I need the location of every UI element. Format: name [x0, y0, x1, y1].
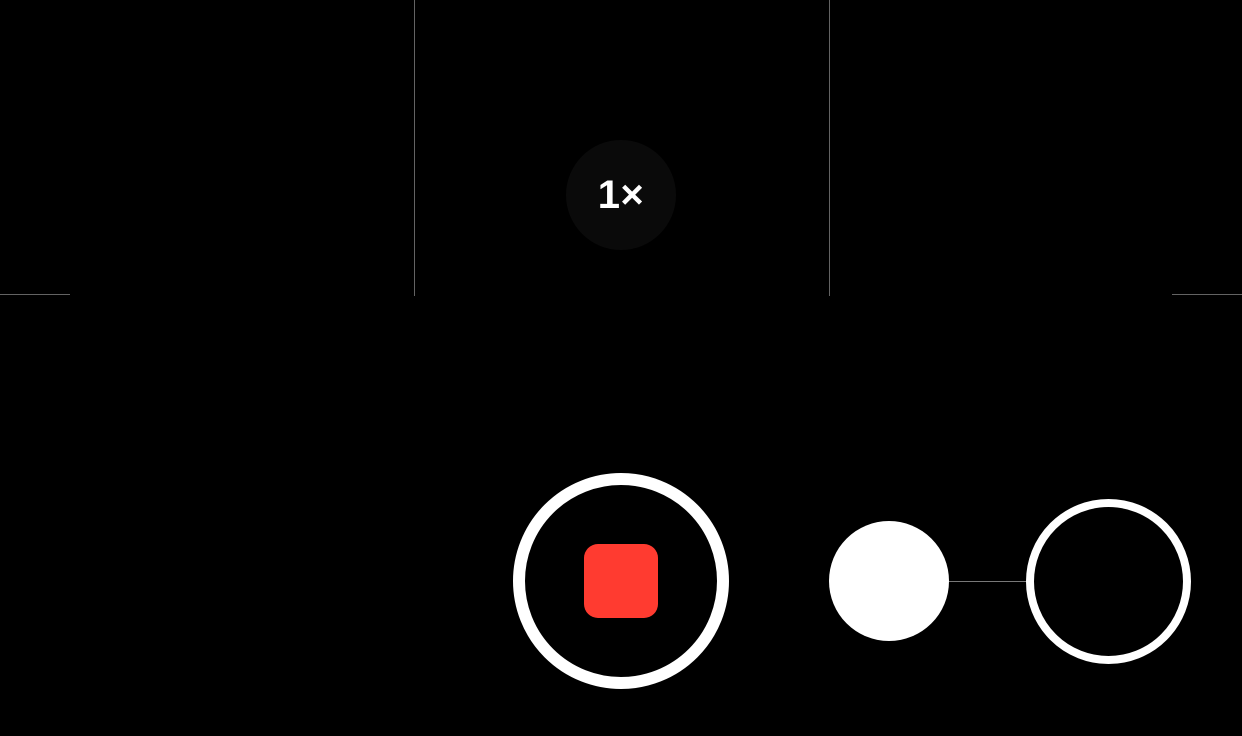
- stop-icon: [584, 544, 658, 618]
- capture-photo-button[interactable]: [829, 521, 949, 641]
- camera-screen: 1×: [0, 0, 1242, 736]
- zoom-level-button[interactable]: 1×: [566, 140, 676, 250]
- last-capture-thumbnail[interactable]: [1026, 499, 1191, 664]
- viewfinder-gridline-vertical-1: [414, 0, 415, 296]
- viewfinder-gridline-horizontal-right-tick: [1172, 294, 1242, 295]
- stop-recording-button[interactable]: [513, 473, 729, 689]
- camera-controls-bar: [0, 296, 1242, 736]
- zoom-level-label: 1×: [598, 173, 645, 218]
- viewfinder-gridline-vertical-2: [829, 0, 830, 296]
- control-connector-line: [949, 581, 1026, 582]
- viewfinder-gridline-horizontal-left-tick: [0, 294, 70, 295]
